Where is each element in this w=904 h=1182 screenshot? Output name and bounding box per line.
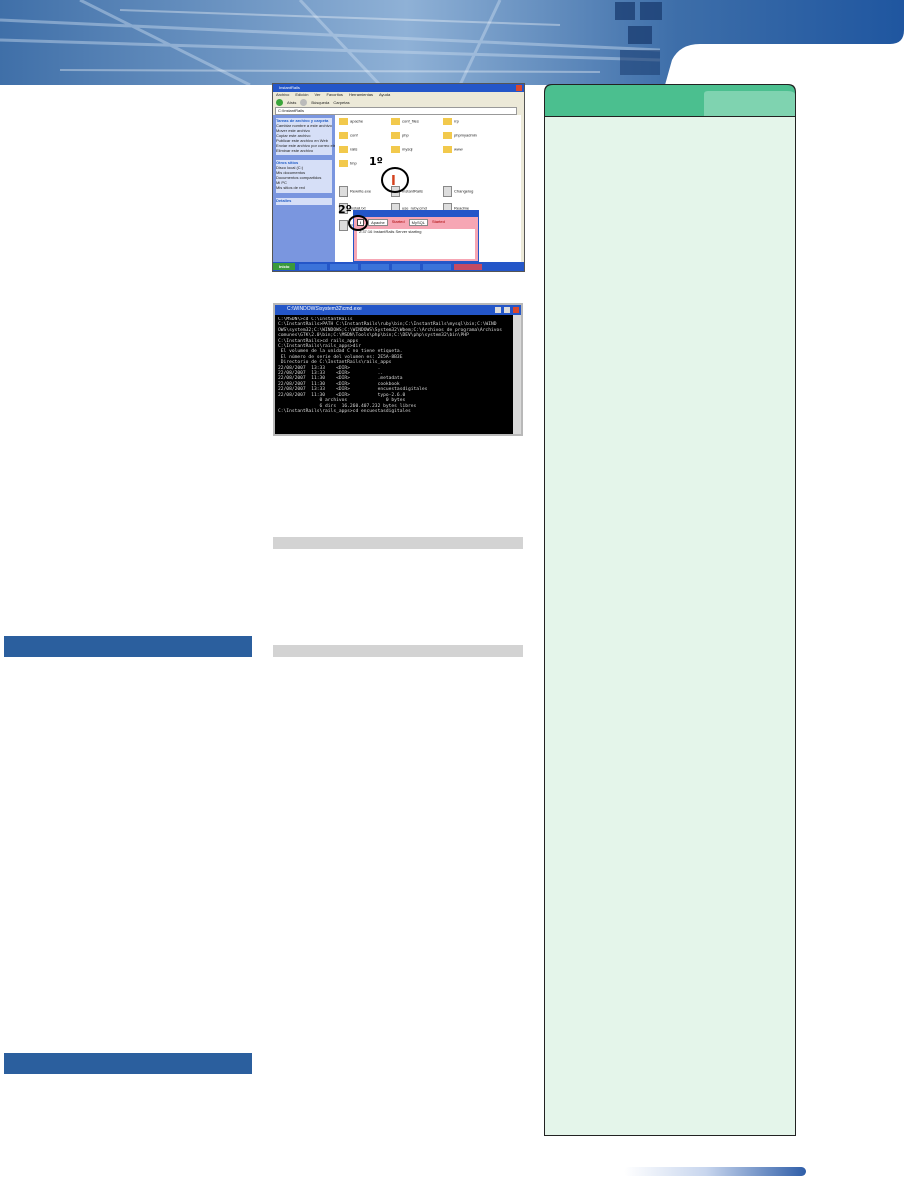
back-button[interactable]: Atrás <box>287 100 296 105</box>
task-pane: Tareas de archivo y carpeta Cambiar nomb… <box>273 115 350 262</box>
taskbar-item[interactable] <box>454 263 483 270</box>
instantrails-log-line: 2:37:16 InstantRails Server starting <box>359 229 422 234</box>
address-bar[interactable]: C:\InstantRails <box>275 107 517 115</box>
file-icon <box>339 186 348 197</box>
apache-status: Started <box>391 219 405 224</box>
taskbar-item[interactable] <box>330 263 359 270</box>
folder-item[interactable]: www <box>443 146 495 153</box>
folder-item[interactable]: phpmyadmin <box>443 132 495 139</box>
header-banner-graphic <box>0 0 904 85</box>
cmd-output: C:\MSDN\>cd C:\InstantRails C:\InstantRa… <box>278 317 512 434</box>
cmd-title-bar: C:\WINDOWS\system32\cmd.exe <box>275 305 521 315</box>
folder-item[interactable]: conf <box>339 132 391 139</box>
cmd-line: C:\InstantRails\rails_apps>cd encuestasd… <box>278 408 411 414</box>
file-icon <box>443 186 452 197</box>
cmd-screenshot: C:\WINDOWS\system32\cmd.exe C:\MSDN\>cd … <box>273 303 523 436</box>
file-tasks-panel: Tareas de archivo y carpeta Cambiar nomb… <box>276 118 350 155</box>
section-header-bar <box>4 1053 252 1074</box>
cmd-title: C:\WINDOWS\system32\cmd.exe <box>287 306 362 312</box>
footer-bar <box>624 1167 806 1176</box>
close-icon[interactable] <box>513 307 519 313</box>
task-item[interactable]: Eliminar este archivo <box>276 148 332 153</box>
folder-icon <box>339 118 348 125</box>
start-button[interactable]: Inicio <box>273 263 296 270</box>
file-item[interactable]: Changelog <box>443 186 495 197</box>
folder-icon <box>391 118 400 125</box>
taskbar-item[interactable] <box>299 263 328 270</box>
sidebar-tab-graphic <box>544 84 796 117</box>
taskbar-item[interactable] <box>392 263 421 270</box>
maximize-icon[interactable] <box>504 307 510 313</box>
taskbar-item[interactable] <box>361 263 390 270</box>
close-icon[interactable] <box>516 85 522 91</box>
file-view: apache conf_files rrp conf php phpmyadmi… <box>335 115 521 262</box>
folder-item[interactable]: rrp <box>443 118 495 125</box>
svg-text:I: I <box>391 174 396 189</box>
back-icon[interactable] <box>276 99 283 106</box>
taskbar-item[interactable] <box>423 263 452 270</box>
explorer-title-bar: InstantRails <box>273 84 524 92</box>
folder-icon <box>391 146 400 153</box>
highlight-circle-icon <box>348 215 368 231</box>
folder-item[interactable]: apache <box>339 118 391 125</box>
folder-icon <box>339 160 348 167</box>
mysql-status: Started <box>431 219 445 224</box>
mysql-label: MySQL <box>408 219 428 226</box>
minimize-icon[interactable] <box>495 307 501 313</box>
folder-icon <box>339 146 348 153</box>
explorer-screenshot: InstantRails Archivo Edición Ver Favorit… <box>272 83 525 272</box>
folder-grid: apache conf_files rrp conf php phpmyadmi… <box>339 118 495 167</box>
search-button[interactable]: Búsqueda <box>311 100 329 105</box>
folder-item[interactable]: php <box>391 132 443 139</box>
folder-item[interactable]: mysql <box>391 146 443 153</box>
caption-bar <box>273 537 523 549</box>
caption-bar <box>273 645 523 657</box>
sidebar-box <box>544 116 796 1136</box>
folder-icon <box>391 132 400 139</box>
apache-label: Apache <box>368 219 388 226</box>
place-item[interactable]: Mis sitios de red <box>276 185 332 190</box>
explorer-title: InstantRails <box>279 85 300 90</box>
address-value: C:\InstantRails <box>278 108 305 113</box>
forward-icon[interactable] <box>300 99 308 106</box>
folder-icon <box>339 132 348 139</box>
folder-icon <box>443 132 452 139</box>
header-banner <box>0 0 904 85</box>
instantrails-log: 2:37:16 InstantRails Server starting <box>357 229 475 259</box>
other-places-panel: Otros sitios Disco local (C:) Mis docume… <box>276 160 332 193</box>
folder-item[interactable]: rails <box>339 146 391 153</box>
instantrails-dialog: InstantRails I Apache Started MySQL Star… <box>353 210 479 262</box>
folders-button[interactable]: Carpetas <box>333 100 349 105</box>
toolbar: Atrás Búsqueda Carpetas <box>273 98 524 107</box>
folder-icon <box>443 118 452 125</box>
sidebar-tab <box>544 84 796 117</box>
taskbar: Inicio <box>273 262 524 271</box>
highlight-circle-icon: I <box>381 167 409 193</box>
folder-icon <box>443 146 452 153</box>
details-title[interactable]: Detalles <box>276 198 332 203</box>
details-panel: Detalles <box>276 198 332 205</box>
folder-item[interactable]: conf_files <box>391 118 443 125</box>
cmd-scrollbar[interactable] <box>513 315 521 434</box>
section-header-bar <box>4 636 252 657</box>
